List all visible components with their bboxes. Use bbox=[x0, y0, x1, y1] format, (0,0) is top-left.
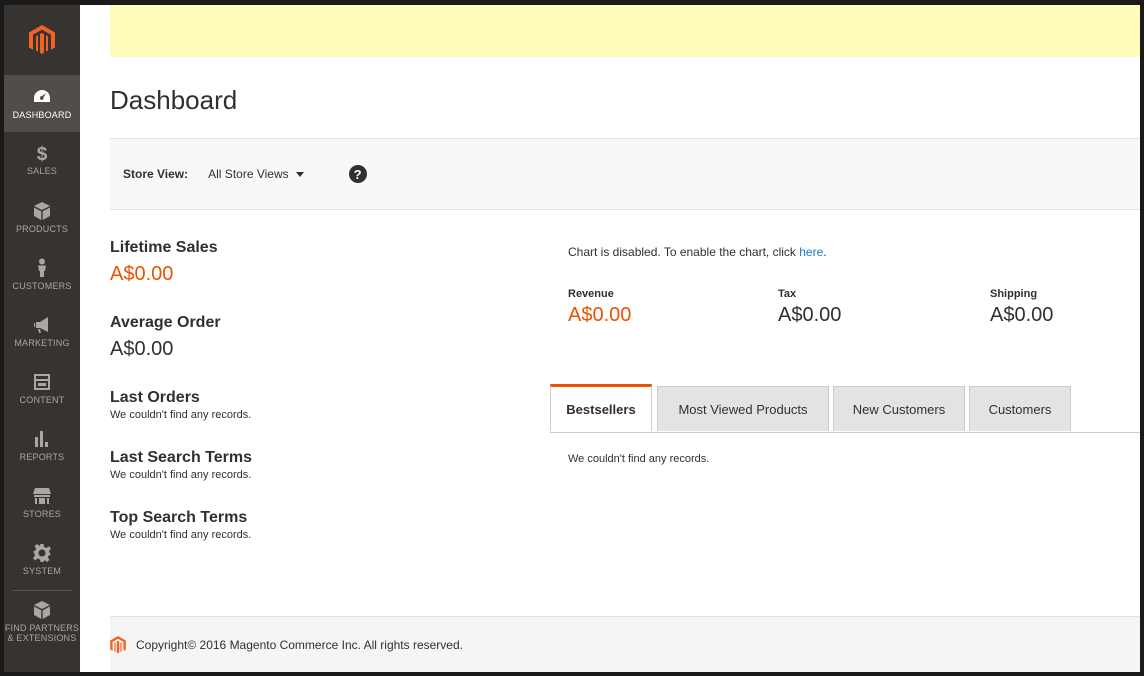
store-view-bar: Store View: All Store Views ? bbox=[110, 139, 1140, 210]
store-view-value: All Store Views bbox=[208, 167, 289, 181]
store-view-label: Store View: bbox=[123, 167, 189, 181]
nav-partners-label-2: & EXTENSIONS bbox=[7, 632, 77, 643]
total-revenue-value: A$0.00 bbox=[568, 304, 632, 326]
last-search-terms-title: Last Search Terms bbox=[110, 449, 252, 466]
dashboard-left-column: Lifetime Sales A$0.00 Average Order A$0.… bbox=[110, 239, 510, 541]
nav-system[interactable]: SYSTEM bbox=[4, 531, 80, 588]
last-orders-title: Last Orders bbox=[110, 389, 200, 406]
nav-products-label: PRODUCTS bbox=[15, 224, 69, 234]
help-icon[interactable]: ? bbox=[348, 165, 367, 183]
caret-down-icon bbox=[295, 171, 304, 177]
average-order-block: Average Order A$0.00 bbox=[110, 314, 510, 361]
nav-stores[interactable]: STORES bbox=[4, 474, 80, 531]
magento-footer-logo-icon bbox=[110, 636, 126, 654]
tab-content-empty: We couldn't find any records. bbox=[568, 453, 710, 465]
total-shipping: Shipping A$0.00 bbox=[990, 288, 1053, 327]
storefront-icon bbox=[33, 488, 51, 504]
gear-icon bbox=[33, 544, 51, 562]
nav-find-partners[interactable]: FIND PARTNERS & EXTENSIONS bbox=[4, 591, 80, 651]
average-order-value: A$0.00 bbox=[110, 338, 174, 360]
tab-bestsellers[interactable]: Bestsellers bbox=[550, 384, 652, 431]
tab-most-viewed-products[interactable]: Most Viewed Products bbox=[657, 386, 829, 431]
cube-icon bbox=[34, 202, 50, 220]
footer-copyright: Copyright© 2016 Magento Commerce Inc. Al… bbox=[136, 638, 463, 652]
total-revenue-label: Revenue bbox=[568, 288, 614, 300]
nav-dashboard[interactable]: DASHBOARD bbox=[4, 75, 80, 132]
total-tax-value: A$0.00 bbox=[778, 304, 842, 326]
total-tax-label: Tax bbox=[778, 288, 797, 300]
admin-sidebar: DASHBOARD $ SALES PRODUCTS CUSTOMERS MAR… bbox=[4, 5, 80, 672]
notification-bar bbox=[110, 5, 1140, 57]
megaphone-icon bbox=[34, 317, 48, 333]
nav-reports[interactable]: REPORTS bbox=[4, 417, 80, 474]
last-orders-block: Last Orders We couldn't find any records… bbox=[110, 389, 510, 421]
nav-products[interactable]: PRODUCTS bbox=[4, 189, 80, 246]
admin-window: DASHBOARD $ SALES PRODUCTS CUSTOMERS MAR… bbox=[4, 5, 1140, 672]
nav-marketing-label: MARKETING bbox=[14, 338, 70, 348]
magento-logo-icon bbox=[29, 25, 55, 54]
last-search-terms-block: Last Search Terms We couldn't find any r… bbox=[110, 449, 510, 481]
last-search-terms-empty: We couldn't find any records. bbox=[110, 469, 252, 481]
enable-chart-link[interactable]: here bbox=[799, 245, 823, 259]
nav-reports-label: REPORTS bbox=[19, 452, 65, 462]
store-view-switcher[interactable]: All Store Views bbox=[208, 167, 304, 181]
package-icon bbox=[34, 600, 50, 619]
tab-new-customers[interactable]: New Customers bbox=[833, 386, 965, 431]
layout-icon bbox=[34, 374, 50, 390]
chart-disabled-message: Chart is disabled. To enable the chart, … bbox=[568, 245, 827, 259]
nav-sales[interactable]: $ SALES bbox=[4, 132, 80, 189]
nav-marketing[interactable]: MARKETING bbox=[4, 303, 80, 360]
total-shipping-label: Shipping bbox=[990, 288, 1038, 300]
person-icon bbox=[38, 258, 46, 277]
total-shipping-value: A$0.00 bbox=[990, 304, 1054, 326]
tab-customers[interactable]: Customers bbox=[969, 386, 1071, 431]
nav-stores-label: STORES bbox=[22, 509, 62, 519]
page-title: Dashboard bbox=[110, 85, 238, 115]
nav-content[interactable]: CONTENT bbox=[4, 360, 80, 417]
average-order-title: Average Order bbox=[110, 314, 221, 331]
top-search-terms-title: Top Search Terms bbox=[110, 509, 248, 526]
top-search-terms-empty: We couldn't find any records. bbox=[110, 529, 252, 541]
nav-customers[interactable]: CUSTOMERS bbox=[4, 246, 80, 303]
lifetime-sales-value: A$0.00 bbox=[110, 263, 174, 285]
dollar-icon: $ bbox=[36, 144, 48, 165]
nav-sales-label: SALES bbox=[26, 166, 58, 176]
main-content: Dashboard Store View: All Store Views ? … bbox=[80, 5, 1140, 672]
dashboard-totals: Revenue A$0.00 Tax A$0.00 Shipping A$0.0… bbox=[568, 288, 1098, 338]
nav-partners-label-1: FIND PARTNERS bbox=[4, 622, 80, 633]
dashboard-gauge-icon bbox=[34, 90, 50, 102]
nav-system-label: SYSTEM bbox=[22, 566, 62, 576]
total-tax: Tax A$0.00 bbox=[778, 288, 841, 327]
dashboard-tabs: Bestsellers Most Viewed Products New Cus… bbox=[550, 384, 1140, 433]
bar-chart-icon bbox=[35, 431, 48, 447]
chart-disabled-period: . bbox=[823, 245, 827, 259]
lifetime-sales-title: Lifetime Sales bbox=[110, 239, 218, 256]
page-footer: Copyright© 2016 Magento Commerce Inc. Al… bbox=[110, 616, 1140, 672]
magento-logo[interactable] bbox=[4, 5, 80, 75]
nav-customers-label: CUSTOMERS bbox=[12, 281, 72, 291]
top-search-terms-block: Top Search Terms We couldn't find any re… bbox=[110, 509, 510, 541]
nav-content-label: CONTENT bbox=[19, 395, 65, 405]
chart-disabled-text: Chart is disabled. To enable the chart, … bbox=[568, 245, 800, 259]
last-orders-empty: We couldn't find any records. bbox=[110, 409, 252, 421]
total-revenue: Revenue A$0.00 bbox=[568, 288, 631, 327]
lifetime-sales-block: Lifetime Sales A$0.00 bbox=[110, 239, 510, 286]
nav-dashboard-label: DASHBOARD bbox=[12, 110, 72, 120]
